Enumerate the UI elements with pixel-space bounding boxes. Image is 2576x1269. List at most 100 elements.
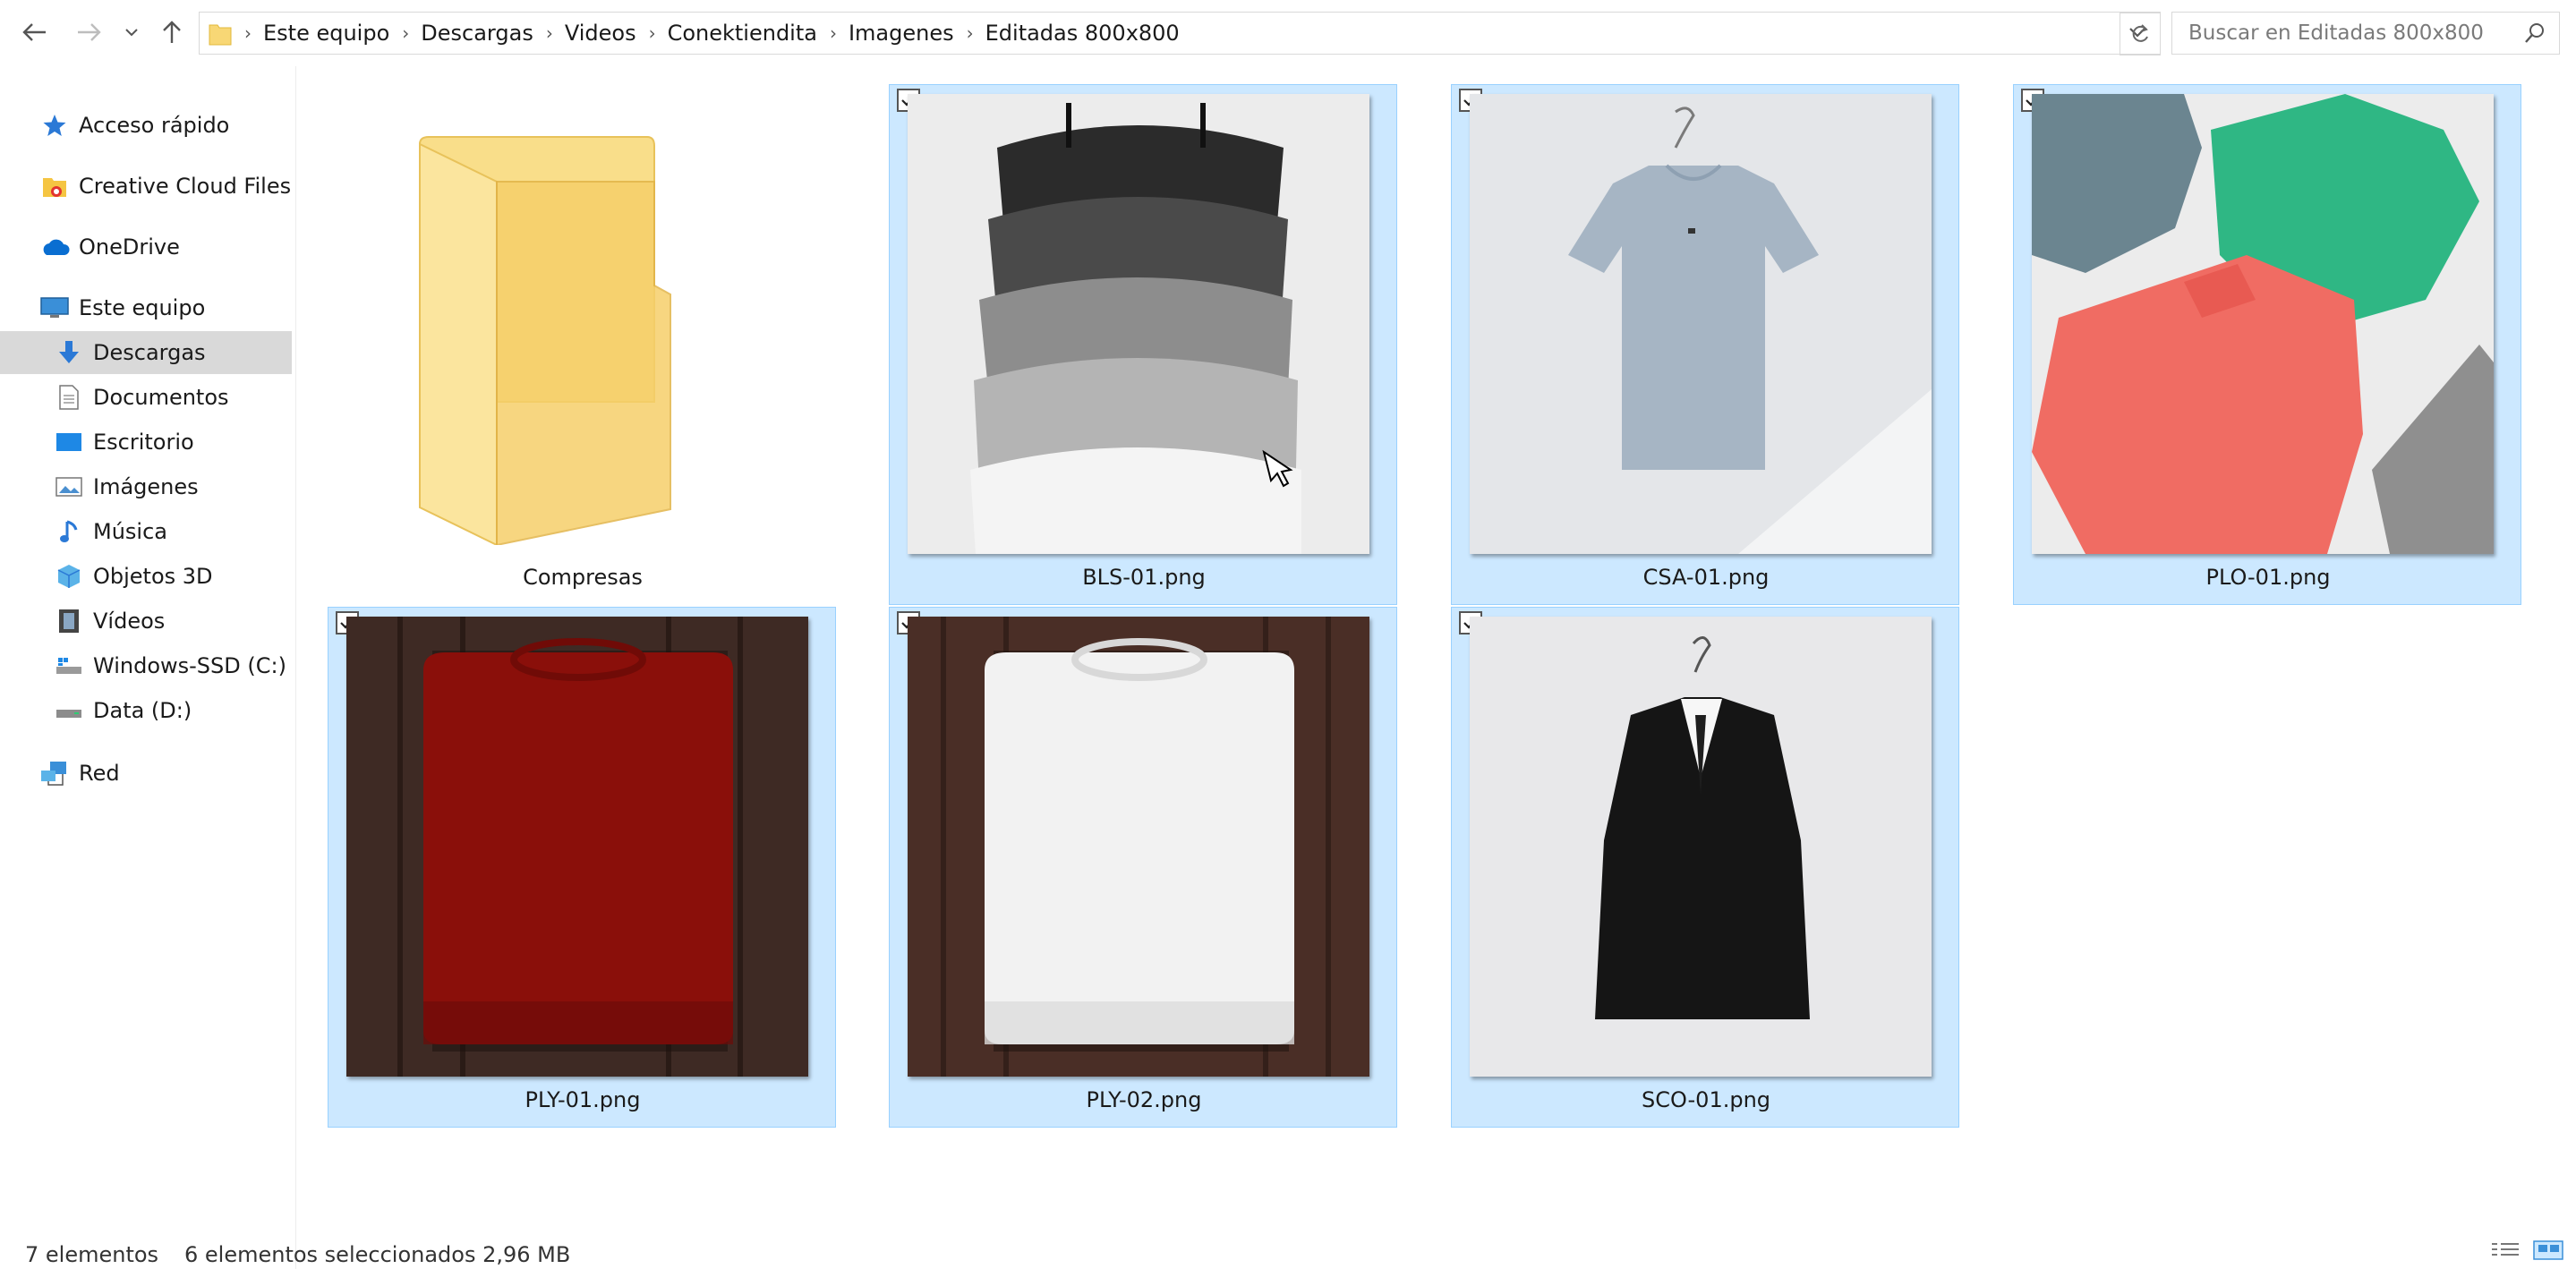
breadcrumb-separator: › xyxy=(402,22,410,44)
recent-locations-button[interactable] xyxy=(118,16,145,48)
download-arrow-icon xyxy=(54,337,84,368)
image-thumbnail xyxy=(346,617,808,1077)
large-icons-view-icon xyxy=(2533,1240,2563,1260)
sidebar-item-data-d[interactable]: Data (D:) xyxy=(0,689,292,732)
file-name: CSA-01.png xyxy=(1642,565,1770,590)
large-icons-view-button[interactable] xyxy=(2533,1240,2563,1264)
star-icon xyxy=(39,110,70,141)
file-name: Compresas xyxy=(523,565,643,590)
sidebar-item-objetos-3d[interactable]: Objetos 3D xyxy=(0,555,292,598)
sidebar-item-label: Vídeos xyxy=(93,609,166,634)
file-item-folder[interactable]: Compresas xyxy=(328,84,836,605)
sidebar-item-windows-ssd[interactable]: Windows-SSD (C:) xyxy=(0,644,292,687)
breadcrumb-item[interactable]: Imagenes xyxy=(849,21,954,46)
file-item-image[interactable]: PLY-02.png xyxy=(889,607,1397,1128)
sidebar-item-red[interactable]: Red xyxy=(0,752,331,795)
sidebar-item-label: Windows-SSD (C:) xyxy=(93,653,286,678)
sidebar-item-documentos[interactable]: Documentos xyxy=(0,376,292,419)
navigation-pane: Acceso rápido Creative Cloud Files OneDr… xyxy=(0,89,294,1253)
file-name: SCO-01.png xyxy=(1641,1087,1771,1112)
music-note-icon xyxy=(54,516,84,547)
details-view-button[interactable] xyxy=(2490,1240,2521,1264)
sidebar-item-label: Creative Cloud Files xyxy=(79,174,292,199)
cube-icon xyxy=(54,561,84,592)
sidebar-item-onedrive[interactable]: OneDrive xyxy=(0,226,331,268)
breadcrumb-item[interactable]: Descargas xyxy=(421,21,533,46)
sidebar-item-label: Este equipo xyxy=(79,295,206,320)
sidebar-item-label: Red xyxy=(79,761,120,786)
breadcrumb-separator: › xyxy=(648,22,656,44)
sidebar-item-musica[interactable]: Música xyxy=(0,510,292,553)
sidebar-item-label: Imágenes xyxy=(93,474,199,499)
breadcrumb-separator: › xyxy=(966,22,974,44)
drive-icon xyxy=(54,695,84,726)
up-button[interactable] xyxy=(156,16,188,48)
address-toolbar: › Este equipo › Descargas › Videos › Con… xyxy=(0,0,2576,66)
sidebar-item-acceso-rapido[interactable]: Acceso rápido xyxy=(0,104,331,147)
file-item-image[interactable]: BLS-01.png xyxy=(889,84,1397,605)
file-name: PLO-01.png xyxy=(2205,565,2331,590)
forward-button[interactable] xyxy=(73,16,106,48)
sidebar-item-label: Data (D:) xyxy=(93,698,192,723)
computer-icon xyxy=(39,293,70,323)
breadcrumb: › Este equipo › Descargas › Videos › Con… xyxy=(200,13,1180,54)
sidebar-item-label: Descargas xyxy=(93,340,206,365)
breadcrumb-separator: › xyxy=(244,22,252,44)
refresh-button[interactable] xyxy=(2120,13,2161,55)
desktop-icon xyxy=(54,427,84,457)
image-thumbnail xyxy=(1470,617,1932,1077)
breadcrumb-item[interactable]: Videos xyxy=(565,21,636,46)
status-bar: 7 elementos 6 elementos seleccionados 2,… xyxy=(0,1240,2576,1269)
breadcrumb-separator: › xyxy=(829,22,837,44)
sidebar-item-label: Documentos xyxy=(93,385,229,410)
sidebar-item-label: Acceso rápido xyxy=(79,113,230,138)
sidebar-item-label: Objetos 3D xyxy=(93,564,213,589)
back-button[interactable] xyxy=(18,16,50,48)
folder-icon xyxy=(209,24,232,46)
breadcrumb-item[interactable]: Este equipo xyxy=(263,21,389,46)
chevron-down-icon xyxy=(125,29,138,37)
file-item-image[interactable]: PLY-01.png xyxy=(328,607,836,1128)
film-icon xyxy=(54,606,84,636)
breadcrumb-separator: › xyxy=(545,22,553,44)
address-bar[interactable]: › Este equipo › Descargas › Videos › Con… xyxy=(199,12,2161,55)
search-input[interactable] xyxy=(2172,13,2521,54)
file-item-image[interactable]: PLO-01.png xyxy=(2013,84,2521,605)
arrow-left-icon xyxy=(22,23,46,41)
image-thumbnail xyxy=(2032,94,2494,554)
file-name: PLY-01.png xyxy=(525,1087,641,1112)
sidebar-item-label: Escritorio xyxy=(93,430,194,455)
file-name: PLY-02.png xyxy=(1086,1087,1202,1112)
network-icon xyxy=(39,758,70,788)
sidebar-item-escritorio[interactable]: Escritorio xyxy=(0,421,292,464)
image-thumbnail xyxy=(908,94,1369,554)
item-count: 7 elementos xyxy=(25,1242,159,1267)
sidebar-item-label: Música xyxy=(93,519,167,544)
sidebar-item-descargas[interactable]: Descargas xyxy=(0,331,292,374)
system-drive-icon xyxy=(54,651,84,681)
document-icon xyxy=(54,382,84,413)
creative-cloud-folder-icon xyxy=(39,171,70,201)
folder-icon xyxy=(419,136,671,545)
file-item-image[interactable]: CSA-01.png xyxy=(1451,84,1959,605)
file-name: BLS-01.png xyxy=(1082,565,1206,590)
breadcrumb-item-current[interactable]: Editadas 800x800 xyxy=(985,21,1180,46)
pictures-icon xyxy=(54,472,84,502)
breadcrumb-item[interactable]: Conektiendita xyxy=(668,21,817,46)
arrow-right-icon xyxy=(78,23,101,41)
selection-info: 6 elementos seleccionados 2,96 MB xyxy=(184,1242,571,1267)
arrow-up-icon xyxy=(163,21,181,43)
sidebar-item-imagenes[interactable]: Imágenes xyxy=(0,465,292,508)
sidebar-item-label: OneDrive xyxy=(79,234,180,260)
sidebar-item-este-equipo[interactable]: Este equipo xyxy=(0,286,331,329)
file-item-image[interactable]: SCO-01.png xyxy=(1451,607,1959,1128)
refresh-icon xyxy=(2132,24,2148,42)
cloud-icon xyxy=(39,232,70,262)
search-box[interactable] xyxy=(2171,12,2560,55)
sidebar-item-videos[interactable]: Vídeos xyxy=(0,600,292,643)
details-view-icon xyxy=(2492,1243,2519,1256)
image-thumbnail xyxy=(908,617,1369,1077)
sidebar-item-creative-cloud[interactable]: Creative Cloud Files xyxy=(0,165,331,208)
image-thumbnail xyxy=(1470,94,1932,554)
search-icon[interactable] xyxy=(2523,21,2546,45)
